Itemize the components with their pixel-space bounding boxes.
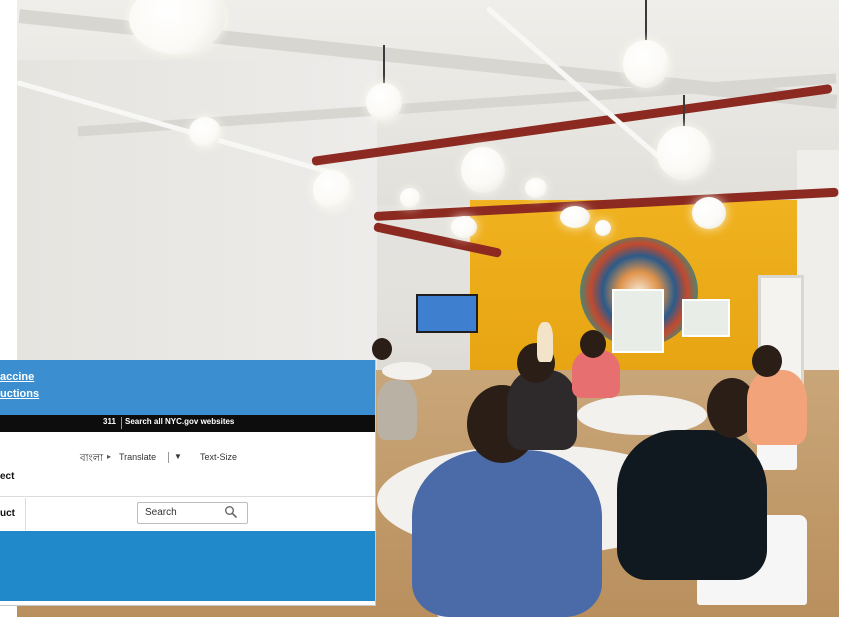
header-title-fragment: ect (0, 471, 15, 482)
map-poster (682, 299, 730, 337)
triangle-right-icon: ▸ (107, 452, 112, 461)
person-head (752, 345, 782, 377)
person-black-shirt (617, 430, 767, 580)
person-head (372, 338, 392, 360)
pendant-globe-light (189, 117, 221, 147)
pendant-globe-light (560, 206, 590, 228)
instructions-link[interactable]: uctions (0, 388, 39, 400)
round-table (577, 395, 707, 435)
divider (121, 417, 122, 429)
search-icon[interactable] (224, 505, 238, 519)
pendant-globe-light (657, 126, 711, 180)
pendant-globe-light (366, 83, 402, 121)
translate-button[interactable]: Translate (119, 452, 156, 462)
presenter (537, 322, 553, 362)
pendant-globe-light (451, 216, 477, 238)
translate-dropdown-icon[interactable]: ▼ (174, 452, 182, 461)
website-screenshot-overlay: accine uctions 311 Search all NYC.gov we… (0, 360, 376, 606)
pendant-globe-light (525, 178, 547, 198)
text-size-button[interactable]: Text-Size (200, 452, 237, 462)
site-header: accine uctions (0, 360, 375, 415)
vaccine-link[interactable]: accine (0, 371, 34, 383)
content-banner (0, 531, 375, 601)
pendant-cord (683, 95, 685, 127)
nav-item-fragment[interactable]: uct (0, 508, 15, 519)
person-plaid-shirt (412, 450, 602, 617)
pendant-cord (645, 0, 647, 42)
pendant-cord (383, 45, 385, 85)
pendant-globe-light (400, 188, 420, 208)
map-poster (612, 289, 664, 353)
pendant-globe-light (595, 220, 611, 236)
pendant-globe-light (623, 40, 669, 88)
search-placeholder: Search (145, 507, 177, 518)
bengali-language-link[interactable]: বাংলা (80, 451, 103, 468)
pendant-globe-light (692, 197, 726, 229)
divider (168, 452, 169, 463)
presentation-screen (416, 294, 478, 333)
nav-divider (0, 496, 375, 497)
search-input[interactable]: Search (137, 502, 248, 524)
search-all-nyc-link[interactable]: Search all NYC.gov websites (125, 417, 234, 426)
person-seated (507, 370, 577, 450)
left-wall (17, 60, 377, 380)
person-seated (747, 370, 807, 445)
pendant-globe-light (461, 147, 505, 193)
round-table (382, 362, 432, 380)
311-link[interactable]: 311 (103, 417, 116, 426)
pendant-globe-light (313, 170, 351, 210)
person-seated (377, 380, 417, 440)
divider (25, 498, 26, 530)
person-head (580, 330, 606, 358)
